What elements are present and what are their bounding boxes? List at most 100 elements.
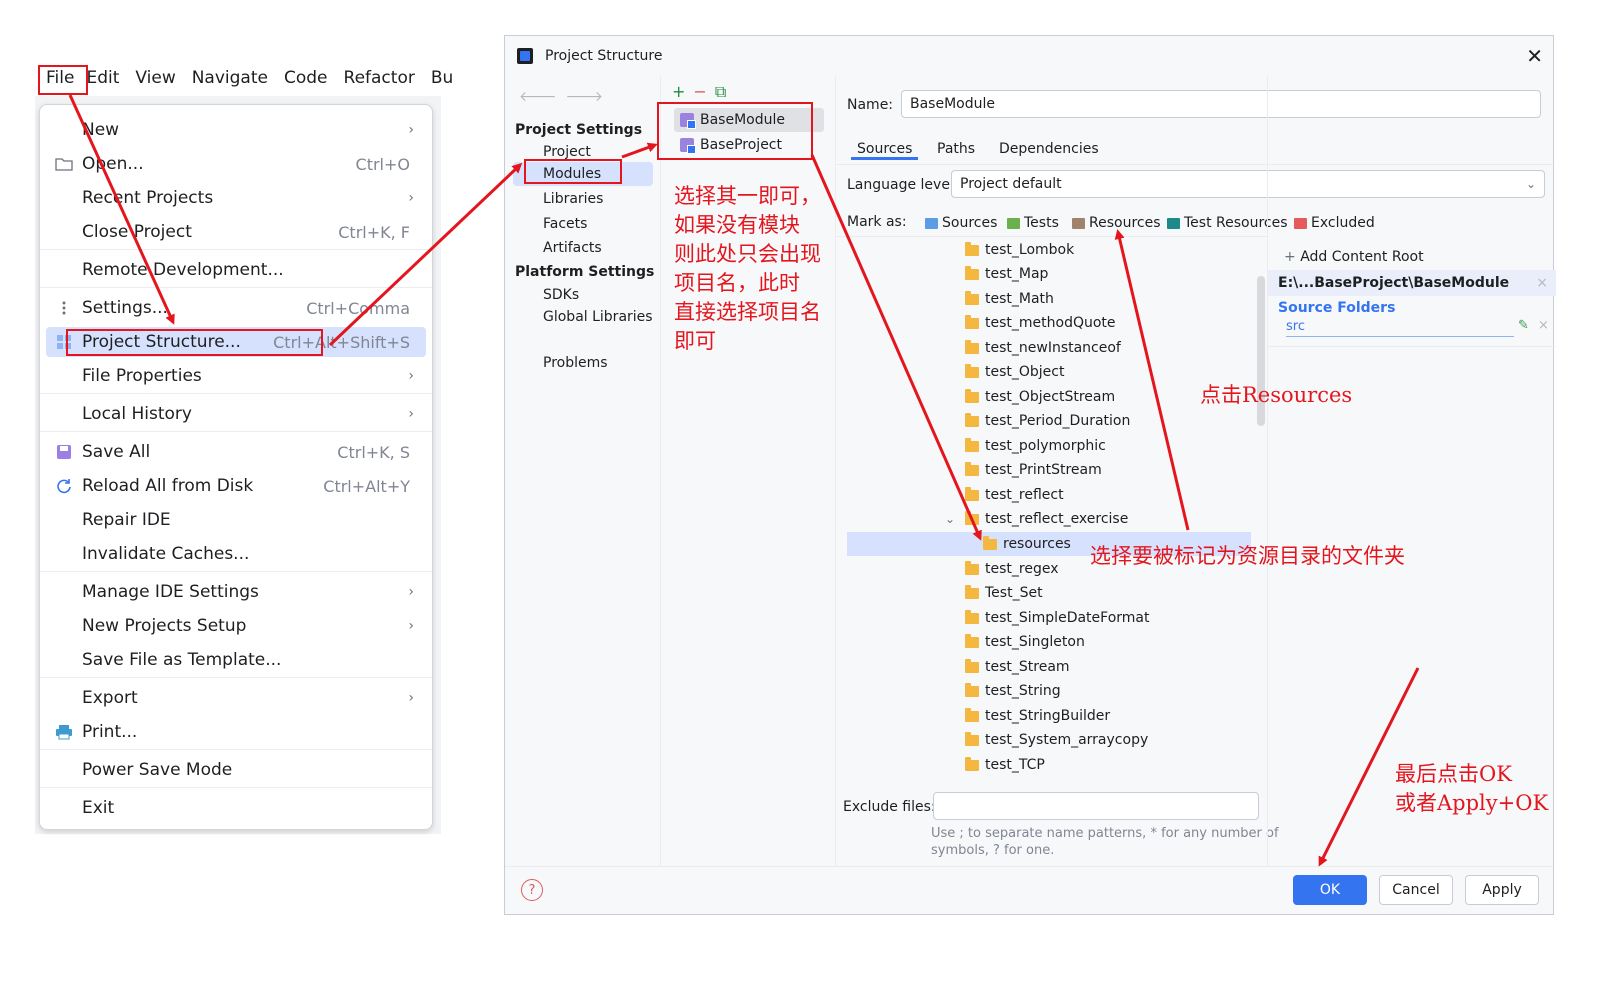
menu-item-exit[interactable]: Exit [46, 793, 426, 823]
menu-item-new[interactable]: New › [46, 115, 426, 145]
ok-button[interactable]: OK [1293, 875, 1367, 905]
menu-item-label: Close Project [82, 222, 192, 242]
menu-item-invalidate-caches[interactable]: Invalidate Caches... [46, 539, 426, 569]
menu-item-save-all[interactable]: Save All Ctrl+K, S [46, 437, 426, 467]
divider [40, 287, 432, 288]
menu-item-new-projects-setup[interactable]: New Projects Setup › [46, 611, 426, 641]
menu-item-save-file-as-template[interactable]: Save File as Template... [46, 645, 426, 675]
menu-item-settings[interactable]: Settings... Ctrl+Comma [46, 293, 426, 323]
dialog-titlebar: Project Structure ✕ [505, 36, 1553, 76]
back-forward-icons[interactable]: 🡐 🡒 [519, 88, 603, 105]
content-root-path[interactable]: E:\...BaseProject\BaseModule × [1268, 270, 1556, 296]
tree-row[interactable]: test_ObjectStream [847, 385, 1257, 409]
menu-item-remote-development[interactable]: Remote Development... [46, 255, 426, 285]
help-icon[interactable]: ? [521, 879, 543, 901]
close-icon[interactable]: × [1536, 275, 1548, 291]
mark-as-label: Mark as: [847, 214, 907, 230]
print-icon [54, 722, 74, 742]
tree-divider [837, 236, 1267, 237]
tab-dependencies[interactable]: Dependencies [999, 141, 1099, 157]
menu-item-print[interactable]: Print... [46, 717, 426, 747]
apply-button[interactable]: Apply [1465, 875, 1539, 905]
menu-item-local-history[interactable]: Local History › [46, 399, 426, 429]
tree-row[interactable]: test_Period_Duration [847, 409, 1257, 433]
menu-item-label: Exit [82, 798, 115, 818]
tree-row[interactable]: test_Lombok [847, 238, 1257, 262]
tab-paths[interactable]: Paths [937, 141, 975, 157]
source-folder-underline [1286, 336, 1514, 337]
nav-project[interactable]: Project [543, 144, 591, 160]
cancel-button[interactable]: Cancel [1379, 875, 1453, 905]
chevron-down-icon[interactable]: ⌄ [945, 512, 955, 526]
tree-row[interactable]: test_TCP [847, 753, 1257, 777]
mark-as-sources[interactable]: Sources [925, 215, 997, 231]
folder-icon [965, 388, 979, 403]
exclude-files-input[interactable] [933, 792, 1259, 820]
menu-navigate[interactable]: Navigate [182, 68, 274, 88]
menu-item-recent-projects[interactable]: Recent Projects › [46, 183, 426, 213]
menu-refactor[interactable]: Refactor [334, 68, 421, 88]
nav-facets[interactable]: Facets [543, 216, 587, 232]
tree-row[interactable]: test_System_arraycopy [847, 728, 1257, 752]
folder-icon [983, 535, 997, 550]
nav-artifacts[interactable]: Artifacts [543, 240, 602, 256]
mark-as-label-text: Tests [1024, 215, 1059, 231]
menu-item-reload-all[interactable]: Reload All from Disk Ctrl+Alt+Y [46, 471, 426, 501]
folder-icon [965, 437, 979, 452]
tree-row[interactable]: test_Math [847, 287, 1257, 311]
project-settings-header: Project Settings [515, 122, 643, 138]
save-icon [54, 442, 74, 462]
platform-settings-header: Platform Settings [515, 264, 655, 280]
menu-code[interactable]: Code [274, 68, 334, 88]
tree-row[interactable]: test_Map [847, 262, 1257, 286]
tree-row[interactable]: test_Object [847, 360, 1257, 384]
shortcut-label: Ctrl+K, S [337, 442, 410, 462]
mark-as-tests[interactable]: Tests [1007, 215, 1059, 231]
tree-label: test_System_arraycopy [985, 732, 1149, 748]
menu-build[interactable]: Bu [421, 68, 459, 88]
edit-icon[interactable]: ✎ [1518, 318, 1529, 333]
source-folder-src[interactable]: src [1286, 319, 1305, 334]
nav-libraries[interactable]: Libraries [543, 191, 603, 207]
tree-row[interactable]: test_methodQuote [847, 311, 1257, 335]
shortcut-label: Ctrl+Comma [306, 298, 410, 318]
folder-icon [965, 633, 979, 648]
menu-item-power-save-mode[interactable]: Power Save Mode [46, 755, 426, 785]
menu-item-close-project[interactable]: Close Project Ctrl+K, F [46, 217, 426, 247]
tree-row[interactable]: test_newInstanceof [847, 336, 1257, 360]
tree-row[interactable]: test_StringBuilder [847, 704, 1257, 728]
tree-row[interactable]: ⌄ test_reflect_exercise [847, 507, 1257, 531]
test-resources-folder-icon [1167, 217, 1180, 229]
tree-row[interactable]: test_String [847, 679, 1257, 703]
menu-item-repair-ide[interactable]: Repair IDE [46, 505, 426, 535]
add-content-root[interactable]: + Add Content Root [1284, 249, 1424, 265]
menu-item-open[interactable]: Open... Ctrl+O [46, 149, 426, 179]
menu-view[interactable]: View [125, 68, 181, 88]
tree-label: test_StringBuilder [985, 708, 1111, 724]
menu-item-file-properties[interactable]: File Properties › [46, 361, 426, 391]
nav-problems[interactable]: Problems [543, 355, 608, 371]
mark-as-resources[interactable]: Resources [1072, 215, 1161, 231]
tree-label: test_Map [985, 266, 1049, 282]
tree-row[interactable]: test_PrintStream [847, 458, 1257, 482]
remove-icon[interactable]: − [693, 82, 706, 101]
close-icon[interactable]: × [1538, 318, 1549, 333]
tree-row[interactable]: test_polymorphic [847, 434, 1257, 458]
content-root-path-text: E:\...BaseProject\BaseModule [1278, 275, 1510, 291]
menu-item-manage-ide-settings[interactable]: Manage IDE Settings › [46, 577, 426, 607]
close-icon[interactable]: ✕ [1526, 44, 1543, 68]
tab-sources[interactable]: Sources [851, 141, 919, 160]
module-settings-main: Name: BaseModule Sources Paths Dependenc… [837, 76, 1556, 866]
folder-icon [965, 731, 979, 746]
copy-icon[interactable]: ⧉ [715, 82, 726, 101]
tree-row[interactable]: test_Stream [847, 655, 1257, 679]
nav-sdks[interactable]: SDKs [543, 287, 579, 303]
add-icon[interactable]: + [672, 82, 685, 101]
nav-global-libraries[interactable]: Global Libraries [543, 309, 653, 325]
tree-row[interactable]: Test_Set [847, 581, 1257, 605]
tree-row[interactable]: test_reflect [847, 483, 1257, 507]
shortcut-label: Ctrl+Alt+Y [323, 476, 410, 496]
tree-row[interactable]: test_Singleton [847, 630, 1257, 654]
tree-row[interactable]: test_SimpleDateFormat [847, 606, 1257, 630]
menu-item-export[interactable]: Export › [46, 683, 426, 713]
